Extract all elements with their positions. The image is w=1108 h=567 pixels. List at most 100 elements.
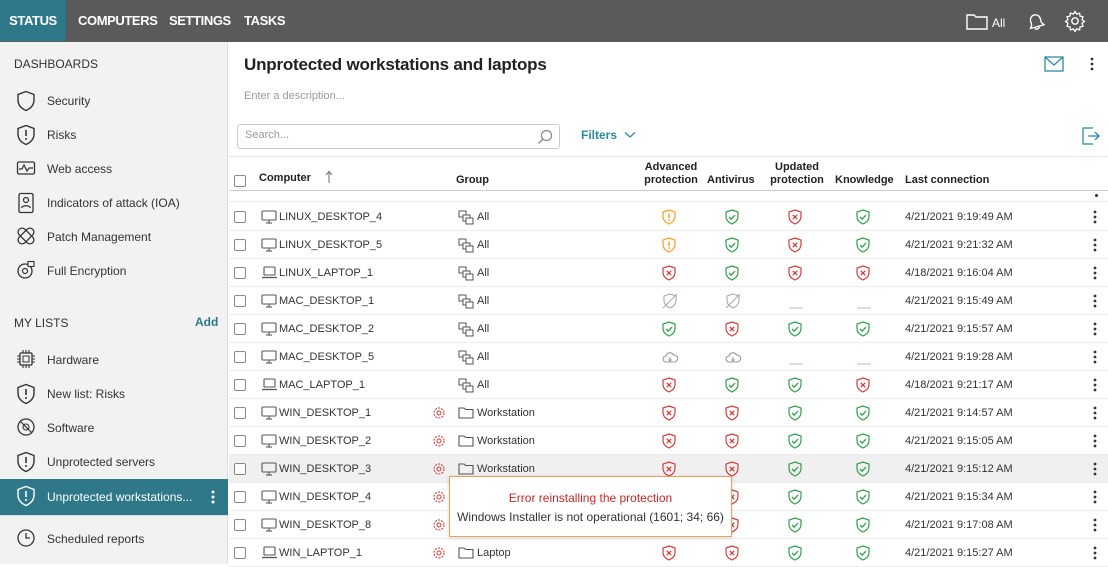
sidebar-item-scheduled-reports[interactable]: Scheduled reports: [0, 522, 228, 556]
sidebar-item-new-list-risks[interactable]: New list: Risks: [0, 377, 228, 411]
computer-name[interactable]: MAC_DESKTOP_5: [279, 351, 374, 363]
sidebar-item-risks[interactable]: Risks: [0, 118, 228, 152]
more-options-icon[interactable]: [1092, 490, 1098, 507]
row-checkbox[interactable]: [234, 295, 246, 307]
error-status-icon[interactable]: [432, 434, 446, 451]
row-checkbox[interactable]: [234, 211, 246, 223]
desktop-icon: [261, 350, 277, 367]
more-options-icon[interactable]: [1089, 57, 1095, 74]
error-status-icon[interactable]: [432, 546, 446, 563]
sidebar-item-web-access[interactable]: Web access: [0, 152, 228, 186]
more-options-icon[interactable]: [1092, 546, 1098, 563]
more-options-icon[interactable]: [1092, 518, 1098, 535]
email-icon[interactable]: [1044, 56, 1064, 75]
table-row[interactable]: WIN_DESKTOP_1 Workstation 4/21/2021 9:14:5…: [229, 399, 1108, 427]
sidebar-item-patch-management[interactable]: Patch Management: [0, 220, 228, 254]
sidebar-item-label: Indicators of attack (IOA): [47, 196, 180, 210]
table-row[interactable]: LINUX_DESKTOP_5 All 4/21/2021 9:21:32 AM: [229, 231, 1108, 259]
computer-name[interactable]: WIN_DESKTOP_4: [279, 491, 371, 503]
computer-name[interactable]: WIN_DESKTOP_2: [279, 435, 371, 447]
table-row[interactable]: LINUX_LAPTOP_1 All 4/18/2021 9:16:04 AM: [229, 259, 1108, 287]
computer-name[interactable]: LINUX_DESKTOP_5: [279, 239, 382, 251]
sidebar-item-unprotected-servers[interactable]: Unprotected servers: [0, 445, 228, 479]
table-row[interactable]: MAC_LAPTOP_1 All 4/18/2021 9:21:17 AM: [229, 371, 1108, 399]
row-checkbox[interactable]: [234, 463, 246, 475]
tab-settings[interactable]: SETTINGS: [169, 0, 231, 41]
computer-name[interactable]: MAC_DESKTOP_2: [279, 323, 374, 335]
more-options-icon[interactable]: [1092, 406, 1098, 423]
column-header-antivirus[interactable]: Antivirus: [707, 174, 755, 187]
row-checkbox[interactable]: [234, 519, 246, 531]
error-status-icon[interactable]: [432, 490, 446, 507]
row-checkbox[interactable]: [234, 323, 246, 335]
table-row[interactable]: MAC_DESKTOP_2 All 4/21/2021 9:15:57 AM: [229, 315, 1108, 343]
more-options-icon[interactable]: [1092, 266, 1098, 283]
computer-name[interactable]: WIN_DESKTOP_8: [279, 519, 371, 531]
shield-check-icon: [725, 377, 739, 396]
table-row[interactable]: MAC_DESKTOP_5 All 4/21/2021 9:19:28 AM: [229, 343, 1108, 371]
computer-name[interactable]: LINUX_DESKTOP_4: [279, 211, 382, 223]
table-row[interactable]: MAC_DESKTOP_1 All 4/21/2021 9:15:49 AM: [229, 287, 1108, 315]
more-options-icon[interactable]: [1092, 434, 1098, 451]
gear-icon[interactable]: [1064, 10, 1086, 35]
error-status-icon[interactable]: [432, 406, 446, 423]
more-options-icon[interactable]: [1092, 378, 1098, 395]
sort-ascending-icon[interactable]: [325, 170, 333, 187]
tab-computers[interactable]: COMPUTERS: [78, 0, 158, 41]
computer-name[interactable]: LINUX_LAPTOP_1: [279, 267, 373, 279]
select-all-checkbox[interactable]: [234, 175, 246, 187]
more-options-icon[interactable]: [1092, 238, 1098, 255]
folder-icon[interactable]: [966, 12, 988, 33]
folder-filter-label[interactable]: All: [992, 16, 1005, 30]
more-options-icon[interactable]: [210, 489, 216, 508]
error-status-icon[interactable]: [432, 518, 446, 535]
more-options-icon[interactable]: [1092, 350, 1098, 367]
filters-button[interactable]: Filters: [581, 128, 636, 142]
sidebar-item-indicators-of-attack[interactable]: Indicators of attack (IOA): [0, 186, 228, 220]
column-header-knowledge[interactable]: Knowledge: [835, 174, 894, 187]
search-box[interactable]: [237, 124, 560, 149]
sidebar-item-full-encryption[interactable]: Full Encryption: [0, 254, 228, 288]
more-options-icon[interactable]: [1092, 322, 1098, 339]
column-header-group[interactable]: Group: [456, 174, 489, 187]
computer-name[interactable]: WIN_DESKTOP_3: [279, 463, 371, 475]
column-header-advanced-protection[interactable]: Advanced protection: [640, 161, 702, 187]
computer-name[interactable]: WIN_LAPTOP_1: [279, 547, 362, 559]
group-all-icon: [458, 238, 474, 256]
error-status-icon[interactable]: [432, 462, 446, 479]
more-options-icon[interactable]: [1092, 462, 1098, 479]
sidebar-item-software[interactable]: Software: [0, 411, 228, 445]
tab-tasks[interactable]: TASKS: [244, 0, 286, 41]
row-checkbox[interactable]: [234, 435, 246, 447]
row-checkbox[interactable]: [234, 351, 246, 363]
table-row[interactable]: WIN_DESKTOP_2 Workstation 4/21/2021 9:15:0…: [229, 427, 1108, 455]
row-checkbox[interactable]: [234, 547, 246, 559]
column-header-computer[interactable]: Computer: [259, 172, 311, 185]
row-checkbox[interactable]: [234, 379, 246, 391]
more-options-icon[interactable]: [1092, 210, 1098, 227]
column-header-updated-protection[interactable]: Updated protection: [766, 161, 828, 187]
computer-name[interactable]: WIN_DESKTOP_1: [279, 407, 371, 419]
table-row[interactable]: LINUX_DESKTOP_4 All 4/21/2021 9:19:49 AM: [229, 203, 1108, 231]
sidebar-item-security[interactable]: Security: [0, 84, 228, 118]
sidebar-item-unprotected-workstations[interactable]: Unprotected workstations...: [0, 479, 228, 515]
column-header-last-connection[interactable]: Last connection: [905, 174, 989, 187]
search-input[interactable]: [245, 129, 525, 141]
computer-name[interactable]: MAC_DESKTOP_1: [279, 295, 374, 307]
sidebar-item-hardware[interactable]: Hardware: [0, 343, 228, 377]
bell-icon[interactable]: [1025, 12, 1046, 35]
computer-name[interactable]: MAC_LAPTOP_1: [279, 379, 365, 391]
search-icon[interactable]: [537, 129, 553, 148]
shield-check-icon: [856, 237, 870, 256]
row-checkbox[interactable]: [234, 407, 246, 419]
my-lists-heading: MY LISTS: [14, 316, 69, 330]
description-field[interactable]: Enter a description...: [244, 90, 345, 102]
more-options-icon[interactable]: [1092, 294, 1098, 311]
export-icon[interactable]: [1081, 126, 1101, 149]
tab-status[interactable]: STATUS: [0, 0, 66, 41]
row-checkbox[interactable]: [234, 239, 246, 251]
row-checkbox[interactable]: [234, 267, 246, 279]
row-checkbox[interactable]: [234, 491, 246, 503]
header-line: protection: [770, 174, 824, 186]
add-list-button[interactable]: Add: [195, 315, 218, 329]
